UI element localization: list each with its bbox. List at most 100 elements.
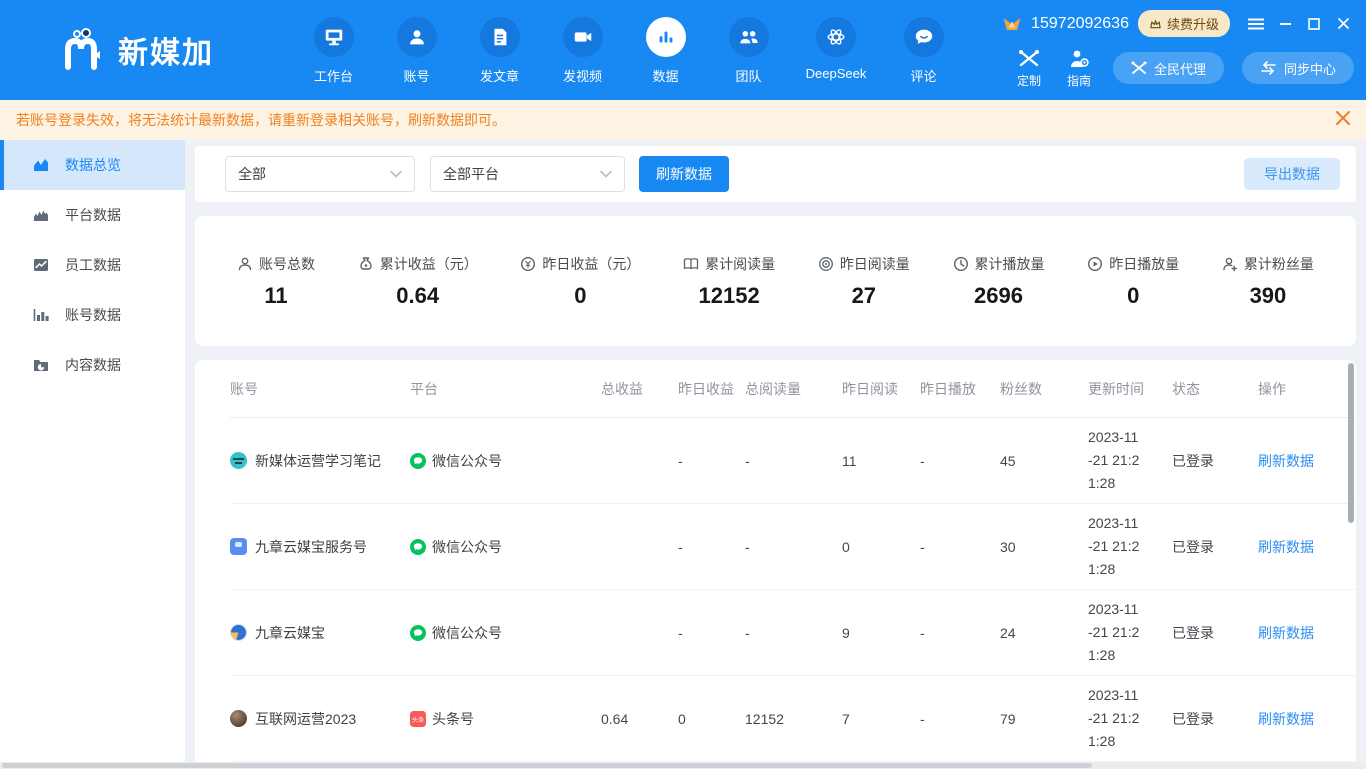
col-updated: 更新时间: [1088, 379, 1172, 399]
sidebar-item-employee-data[interactable]: 员工数据: [0, 240, 185, 290]
book-icon: [683, 256, 699, 272]
accounts-table: 账号 平台 总收益 昨日收益 总阅读量 昨日阅读 昨日播放 粉丝数 更新时间 状…: [195, 360, 1356, 769]
sidebar-item-content-data[interactable]: 内容数据: [0, 340, 185, 390]
nav-label: DeepSeek: [806, 66, 867, 81]
refresh-row-link[interactable]: 刷新数据: [1258, 623, 1348, 643]
stat-value: 0: [574, 283, 586, 309]
refresh-row-link[interactable]: 刷新数据: [1258, 451, 1348, 471]
refresh-row-link[interactable]: 刷新数据: [1258, 537, 1348, 557]
sidebar: 数据总览 平台数据 员工数据 账号数据: [0, 140, 185, 769]
stat-value: 0.64: [396, 283, 439, 309]
app-window: 新媒加 工作台 账号 发文章: [0, 0, 1366, 769]
nav-item-publish-article[interactable]: 发文章: [458, 15, 541, 85]
guide-icon: [1068, 49, 1090, 69]
warning-text: 若账号登录失效，将无法统计最新数据，请重新登录相关账号，刷新数据即可。: [16, 110, 506, 130]
horizontal-scrollbar[interactable]: [2, 763, 1092, 768]
workbench-icon: [314, 17, 354, 57]
sidebar-item-platform-data[interactable]: 平台数据: [0, 190, 185, 240]
nav-item-deepseek[interactable]: DeepSeek: [790, 15, 882, 85]
sidebar-item-account-data[interactable]: 账号数据: [0, 290, 185, 340]
stats-summary: 账号总数 11 累计收益（元） 0.64 昨日收益（元）: [195, 216, 1356, 346]
cell-fans: 45: [1000, 453, 1088, 469]
col-platform: 平台: [410, 379, 601, 399]
horizontal-scrollbar-track: [0, 762, 1366, 769]
vertical-scrollbar[interactable]: [1348, 363, 1354, 523]
status-badge: 已登录: [1172, 451, 1258, 471]
account-avatar: [230, 624, 247, 641]
col-total-reads: 总阅读量: [745, 379, 842, 399]
app-logo: 新媒加: [60, 27, 214, 73]
nav-item-account[interactable]: 账号: [375, 15, 458, 85]
platform-filter-select[interactable]: 全部平台: [430, 156, 625, 192]
stat-label: 昨日收益（元）: [542, 254, 640, 274]
cell-total-reads: -: [745, 625, 842, 641]
stat-value: 12152: [699, 283, 760, 309]
national-agent-button[interactable]: 全民代理: [1113, 52, 1224, 84]
account-avatar: [230, 710, 247, 727]
moneybag-icon: [358, 256, 374, 272]
guide-button[interactable]: 指南: [1063, 49, 1095, 89]
comment-icon: [904, 17, 944, 57]
cell-yesterday-income: -: [678, 625, 745, 641]
sidebar-item-label: 内容数据: [65, 355, 121, 375]
fans-icon: [1222, 256, 1238, 272]
main-content: 全部 全部平台 刷新数据 导出数据: [185, 140, 1366, 769]
chevron-down-icon: [600, 170, 612, 178]
cell-fans: 24: [1000, 625, 1088, 641]
col-total-income: 总收益: [601, 379, 678, 399]
nav-item-team[interactable]: 团队: [707, 15, 790, 85]
play-icon: [1087, 256, 1103, 272]
sidebar-item-data-overview[interactable]: 数据总览: [0, 140, 185, 190]
refresh-data-button[interactable]: 刷新数据: [639, 156, 729, 192]
stat-value: 11: [264, 283, 287, 309]
cell-yesterday-plays: -: [920, 539, 1000, 555]
platform-filter-value: 全部平台: [443, 164, 499, 184]
wechat-icon: [410, 539, 426, 555]
account-avatar: [230, 452, 247, 469]
banner-close-icon[interactable]: [1334, 109, 1352, 127]
close-icon[interactable]: [1332, 13, 1354, 35]
data-icon: [646, 17, 686, 57]
minimize-icon[interactable]: [1274, 13, 1296, 35]
sidebar-item-label: 数据总览: [65, 155, 121, 175]
warning-banner: 若账号登录失效，将无法统计最新数据，请重新登录相关账号，刷新数据即可。: [0, 100, 1366, 140]
account-icon: [397, 17, 437, 57]
renew-upgrade-button[interactable]: 续费升级: [1138, 10, 1230, 37]
cell-yesterday-plays: -: [920, 711, 1000, 727]
nav-item-publish-video[interactable]: 发视频: [541, 15, 624, 85]
account-name: 互联网运营2023: [255, 709, 356, 729]
status-badge: 已登录: [1172, 623, 1258, 643]
vip-badge-icon: [1002, 15, 1022, 33]
customize-button[interactable]: 定制: [1013, 49, 1045, 89]
stat-label: 累计阅读量: [705, 254, 775, 274]
cell-yesterday-reads: 11: [842, 453, 920, 469]
svg-text:头条: 头条: [412, 715, 424, 723]
sync-center-button[interactable]: 同步中心: [1242, 52, 1354, 84]
main-nav: 工作台 账号 发文章 发视频: [292, 15, 965, 85]
cell-total-reads: 12152: [745, 711, 842, 727]
table-row: 互联网运营2023 头条 头条号 0.64 0 12152 7 - 79 202…: [230, 676, 1356, 762]
cell-yesterday-reads: 7: [842, 711, 920, 727]
sync-icon: [1260, 61, 1277, 75]
sync-center-label: 同步中心: [1284, 59, 1336, 78]
cell-total-reads: -: [745, 453, 842, 469]
nav-item-comment[interactable]: 评论: [882, 15, 965, 85]
refresh-row-link[interactable]: 刷新数据: [1258, 709, 1348, 729]
header-right: 15972092636 续费升级: [1002, 10, 1354, 89]
col-status: 状态: [1172, 379, 1258, 399]
upgrade-label: 续费升级: [1167, 14, 1219, 33]
nav-item-workbench[interactable]: 工作台: [292, 15, 375, 85]
export-data-button[interactable]: 导出数据: [1244, 158, 1340, 190]
cell-total-income: 0.64: [601, 711, 678, 727]
header-account-row: 15972092636 续费升级: [1002, 10, 1354, 37]
wechat-icon: [410, 625, 426, 641]
menu-icon[interactable]: [1245, 13, 1267, 35]
user-icon: [237, 256, 253, 272]
maximize-icon[interactable]: [1303, 13, 1325, 35]
sidebar-item-label: 平台数据: [65, 205, 121, 225]
stat-label: 累计播放量: [975, 254, 1045, 274]
logo-mark-icon: [60, 27, 106, 73]
nav-item-data[interactable]: 数据: [624, 15, 707, 85]
account-filter-select[interactable]: 全部: [225, 156, 415, 192]
cell-yesterday-reads: 0: [842, 539, 920, 555]
